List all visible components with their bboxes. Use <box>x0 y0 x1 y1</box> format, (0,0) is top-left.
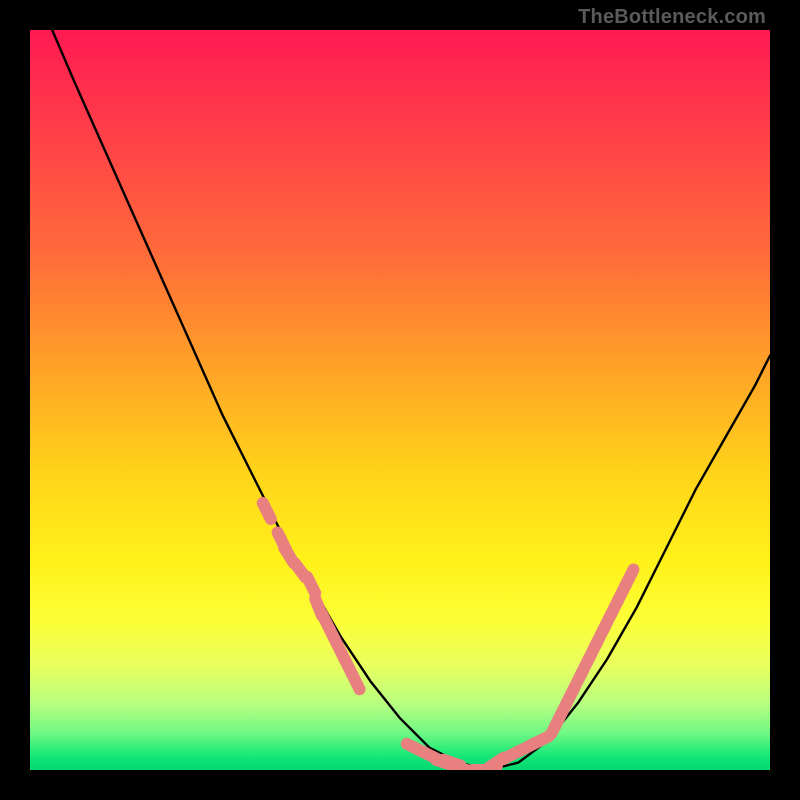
chart-root: TheBottleneck.com <box>0 0 800 800</box>
marker-right <box>625 570 633 586</box>
bottleneck-curve <box>52 30 770 770</box>
marker-left <box>352 673 360 689</box>
marker-left <box>307 577 315 593</box>
chart-svg <box>30 30 770 770</box>
marker-bottom <box>533 736 549 744</box>
plot-area <box>30 30 770 770</box>
watermark-text: TheBottleneck.com <box>578 6 766 29</box>
marker-left <box>263 503 271 519</box>
